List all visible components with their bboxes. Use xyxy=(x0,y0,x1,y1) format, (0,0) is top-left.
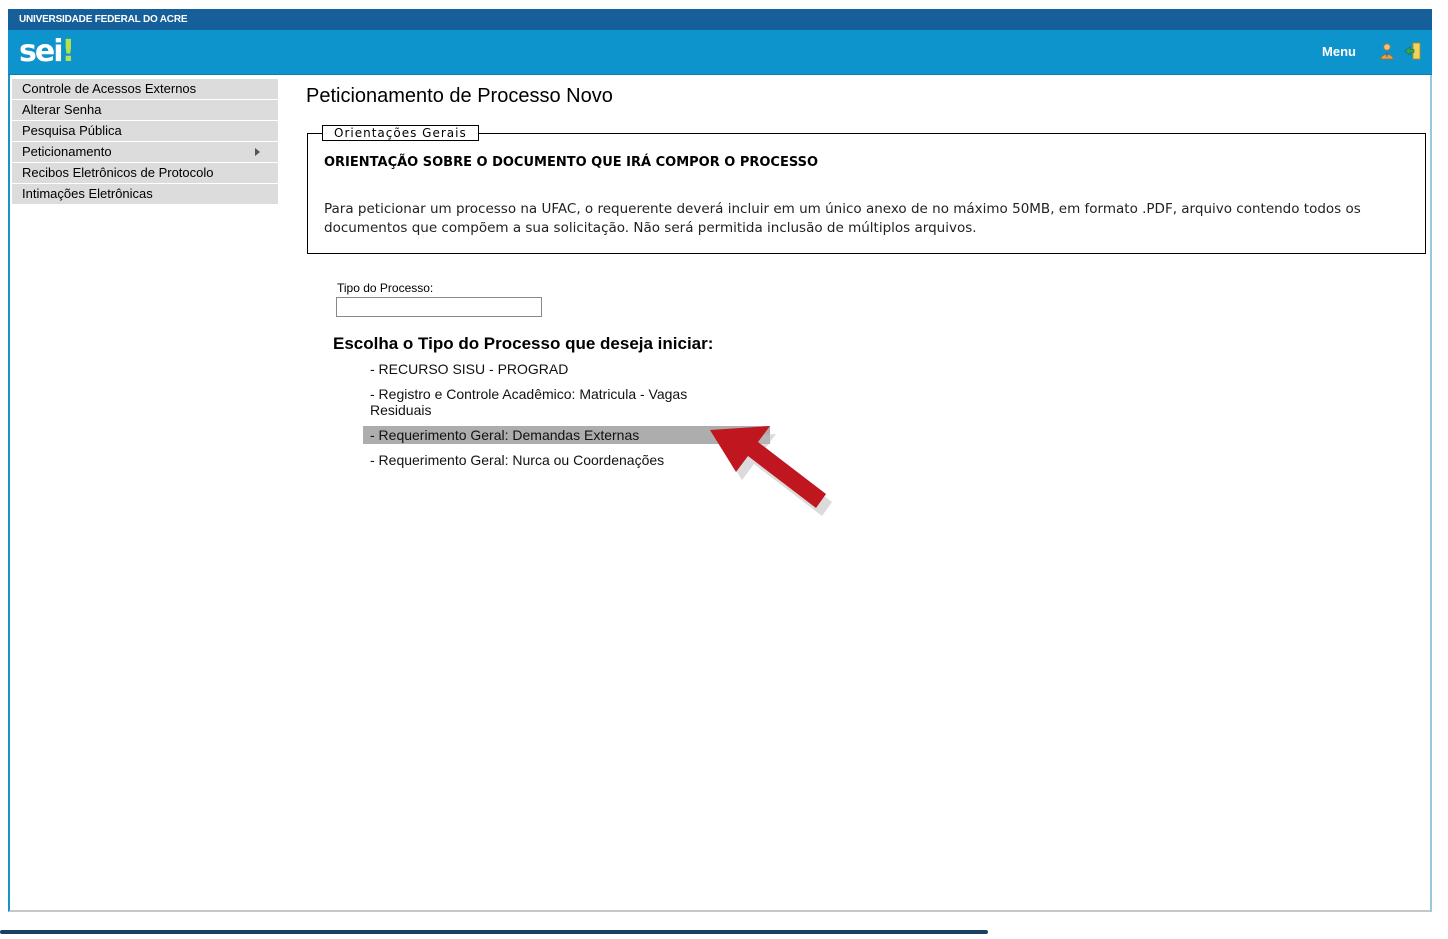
exit-icon[interactable] xyxy=(1404,42,1422,60)
sidebar-item-peticionamento[interactable]: Peticionamento xyxy=(12,142,278,163)
logo-text: sei xyxy=(19,34,63,69)
bottom-scroll-bar xyxy=(0,930,988,934)
sidebar-item-alterar-senha[interactable]: Alterar Senha xyxy=(12,100,278,121)
sidebar-menu: Controle de Acessos Externos Alterar Sen… xyxy=(12,79,278,205)
org-name: UNIVERSIDADE FEDERAL DO ACRE xyxy=(19,14,188,25)
menu-link[interactable]: Menu xyxy=(1322,44,1356,59)
user-icon[interactable] xyxy=(1378,42,1396,60)
sidebar-item-label: Controle de Acessos Externos xyxy=(22,81,197,96)
tipo-processo-label: Tipo do Processo: xyxy=(337,281,434,295)
orientacoes-body: Para peticionar um processo na UFAC, o r… xyxy=(324,201,1361,236)
sei-logo[interactable]: sei! xyxy=(19,34,76,70)
sidebar-item-label: Alterar Senha xyxy=(22,102,102,117)
sidebar-item-label: Recibos Eletrônicos de Protocolo xyxy=(22,165,214,180)
orientacoes-heading: ORIENTAÇÃO SOBRE O DOCUMENTO QUE IRÁ COM… xyxy=(324,155,819,170)
org-bar: UNIVERSIDADE FEDERAL DO ACRE xyxy=(8,9,1432,30)
sidebar-item-label: Intimações Eletrônicas xyxy=(22,186,153,201)
logo-mark: ! xyxy=(61,34,76,69)
pointer-arrow-icon xyxy=(710,426,832,516)
tipo-processo-input[interactable] xyxy=(336,297,542,317)
sidebar-item-label: Pesquisa Pública xyxy=(22,123,122,138)
processo-item-registro-controle[interactable]: - Registro e Controle Acadêmico: Matricu… xyxy=(363,385,703,419)
app-header: sei! Menu xyxy=(8,30,1432,75)
sidebar-item-label: Peticionamento xyxy=(22,144,112,159)
processo-item-nurca-coordenacoes[interactable]: - Requerimento Geral: Nurca ou Coordenaç… xyxy=(363,451,703,469)
chevron-right-icon xyxy=(255,148,260,156)
sidebar-item-controle-acessos[interactable]: Controle de Acessos Externos xyxy=(12,79,278,100)
sidebar-item-intimacoes[interactable]: Intimações Eletrônicas xyxy=(12,184,278,205)
orientacoes-legend: Orientações Gerais xyxy=(322,125,479,141)
page-title: Peticionamento de Processo Novo xyxy=(306,85,613,107)
processo-item-recurso-sisu[interactable]: - RECURSO SISU - PROGRAD xyxy=(363,360,703,378)
sidebar-item-recibos[interactable]: Recibos Eletrônicos de Protocolo xyxy=(12,163,278,184)
escolha-heading: Escolha o Tipo do Processo que deseja in… xyxy=(333,334,714,353)
sidebar-item-pesquisa-publica[interactable]: Pesquisa Pública xyxy=(12,121,278,142)
